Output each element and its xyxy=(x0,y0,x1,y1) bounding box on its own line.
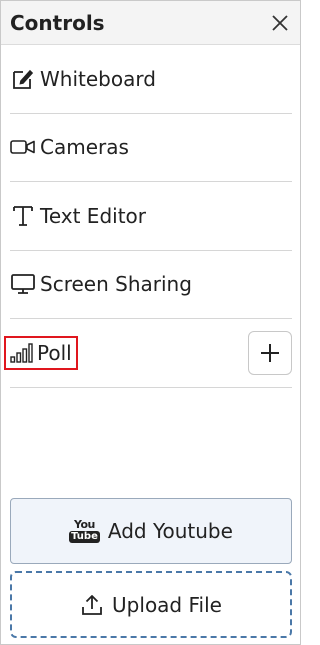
bottom-actions: You Tube Add Youtube Upload File xyxy=(10,498,292,638)
control-item-cameras[interactable]: Cameras xyxy=(10,114,292,182)
text-icon xyxy=(10,203,36,229)
plus-icon xyxy=(261,343,279,362)
control-item-label: Text Editor xyxy=(40,203,146,228)
edit-icon xyxy=(10,66,36,92)
control-item-label: Cameras xyxy=(40,135,129,160)
control-item-poll[interactable]: Poll xyxy=(4,319,292,388)
close-button[interactable] xyxy=(268,11,292,35)
add-youtube-label: Add Youtube xyxy=(107,519,233,543)
control-item-text-editor[interactable]: Text Editor xyxy=(10,182,292,251)
panel-title: Controls xyxy=(10,10,105,35)
controls-list: Whiteboard Cameras Text Editor Screen Sh… xyxy=(1,45,300,388)
close-icon xyxy=(272,14,288,31)
control-item-label: Poll xyxy=(37,340,72,365)
panel-header: Controls xyxy=(1,1,300,45)
control-item-label: Screen Sharing xyxy=(40,272,192,297)
control-item-whiteboard[interactable]: Whiteboard xyxy=(10,45,292,114)
poll-highlight[interactable]: Poll xyxy=(4,335,78,370)
upload-icon xyxy=(82,594,102,615)
add-youtube-button[interactable]: You Tube Add Youtube xyxy=(10,498,292,564)
camera-icon xyxy=(10,134,36,160)
monitor-icon xyxy=(10,271,36,297)
upload-file-label: Upload File xyxy=(112,592,222,617)
controls-panel: Controls Whiteboard Cameras Text Editor … xyxy=(0,0,301,645)
youtube-icon: You Tube xyxy=(69,518,100,543)
upload-file-button[interactable]: Upload File xyxy=(10,571,292,638)
add-poll-button[interactable] xyxy=(248,330,292,375)
control-item-screen-sharing[interactable]: Screen Sharing xyxy=(10,251,292,319)
control-item-label: Whiteboard xyxy=(40,66,156,91)
poll-icon xyxy=(8,340,34,366)
